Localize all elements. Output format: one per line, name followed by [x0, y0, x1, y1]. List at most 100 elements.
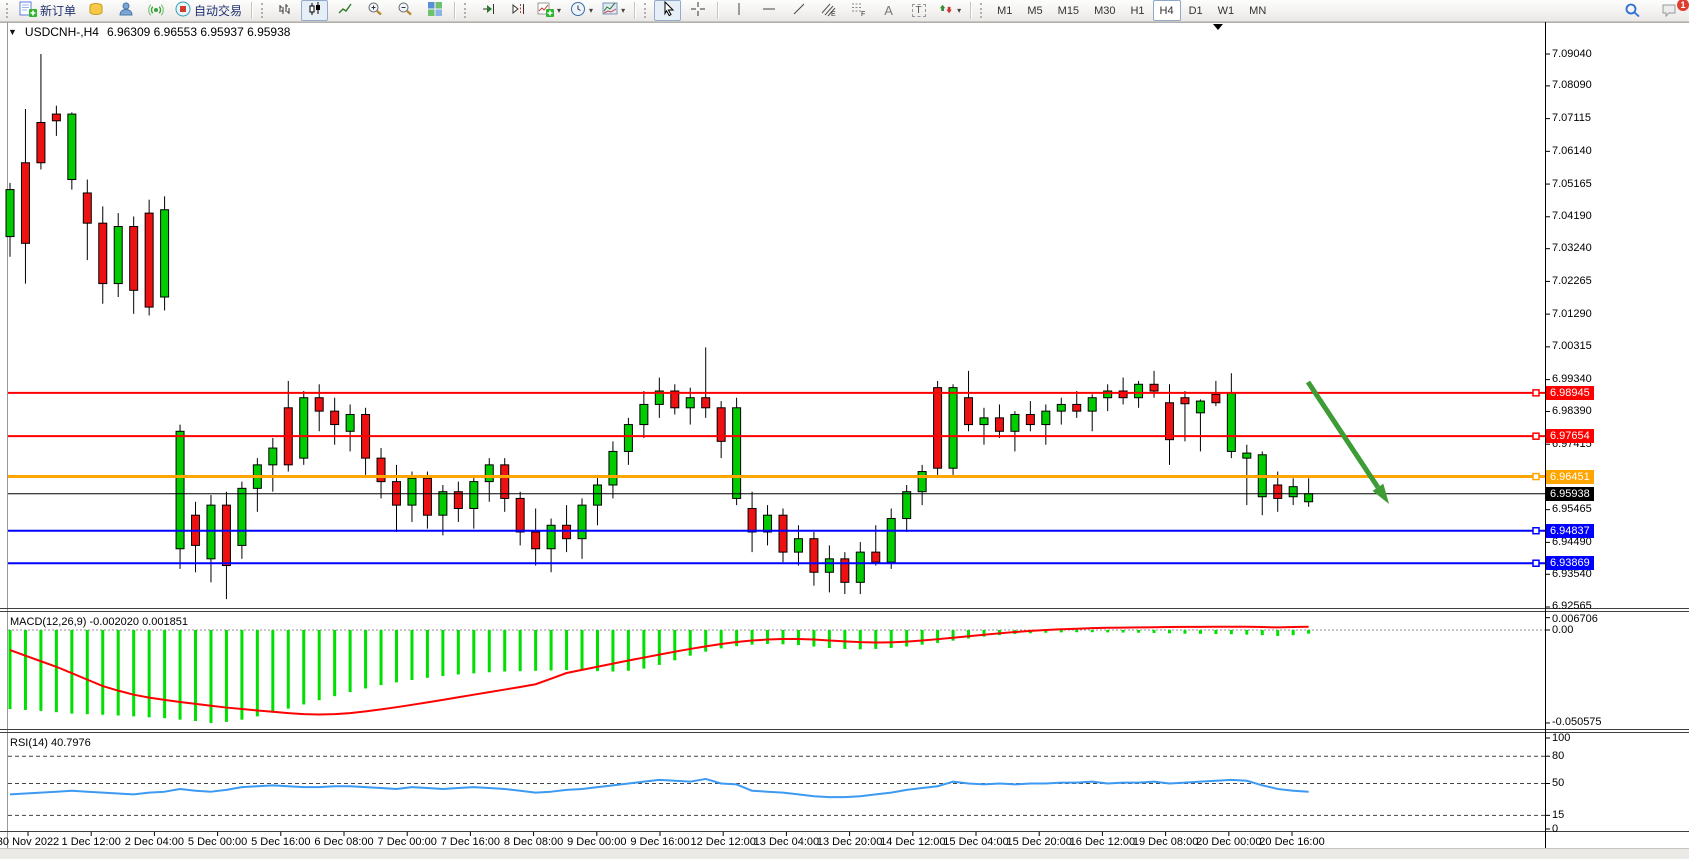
- new-order-label: 新订单: [40, 2, 76, 19]
- templates-button[interactable]: ▾: [599, 0, 628, 21]
- signals-button[interactable]: [142, 0, 169, 21]
- candle-body: [825, 559, 833, 572]
- candle-body: [748, 508, 756, 531]
- toolbar-grip[interactable]: [980, 3, 985, 18]
- timeframe-h1-button[interactable]: H1: [1123, 0, 1151, 21]
- auto-scroll-button[interactable]: [474, 0, 501, 21]
- macd-histogram-bar: [735, 630, 738, 646]
- candle-body: [1227, 393, 1235, 452]
- chart-canvas[interactable]: [0, 0, 1689, 859]
- chart-shift-marker[interactable]: [1213, 24, 1223, 30]
- candle-body: [1305, 494, 1313, 502]
- macd-histogram-bar: [1183, 630, 1186, 634]
- macd-histogram-bar: [503, 630, 506, 672]
- add-indicator-button[interactable]: ▾: [534, 0, 564, 21]
- macd-histogram-bar: [1199, 630, 1202, 634]
- timeframe-m1-button[interactable]: M1: [990, 0, 1019, 21]
- toolbar-grip[interactable]: [464, 3, 469, 18]
- macd-histogram-bar: [287, 630, 290, 709]
- market-watch-button[interactable]: [82, 0, 109, 21]
- equidistant-channel-button[interactable]: E: [815, 0, 842, 21]
- timeframe-m5-button[interactable]: M5: [1020, 0, 1049, 21]
- new-order-button[interactable]: 新订单: [16, 0, 79, 21]
- candle-body: [872, 552, 880, 562]
- macd-histogram-bar: [9, 630, 12, 709]
- toolbar-separator: [454, 2, 456, 19]
- line-anchor-marker[interactable]: [1533, 528, 1539, 534]
- candle-body: [702, 398, 710, 408]
- macd-histogram-bar: [1292, 630, 1295, 635]
- zoom-in-button[interactable]: [361, 0, 388, 21]
- macd-histogram-bar: [519, 630, 522, 671]
- timeframe-h4-button[interactable]: H4: [1153, 0, 1181, 21]
- timeframe-w1-button[interactable]: W1: [1211, 0, 1242, 21]
- timeframe-mn-button[interactable]: MN: [1242, 0, 1273, 21]
- candle-body: [207, 505, 215, 559]
- bar-chart-button[interactable]: [271, 0, 298, 21]
- line-chart-button[interactable]: [331, 0, 358, 21]
- crosshair-button[interactable]: [684, 0, 711, 21]
- chat-button[interactable]: 1: [1656, 1, 1683, 22]
- candle-body: [238, 488, 246, 545]
- text-button[interactable]: A: [875, 0, 902, 21]
- timeframe-m30-button[interactable]: M30: [1087, 0, 1122, 21]
- macd-histogram-bar: [117, 630, 120, 715]
- toolbar-grip[interactable]: [6, 3, 11, 18]
- vertical-line-button[interactable]: [725, 0, 752, 21]
- chart-shift-button[interactable]: [504, 0, 531, 21]
- periods-button[interactable]: ▾: [567, 0, 596, 21]
- macd-histogram-bar: [766, 630, 769, 644]
- horizontal-line-button[interactable]: [755, 0, 782, 21]
- line-anchor-marker[interactable]: [1533, 390, 1539, 396]
- candle-body: [578, 505, 586, 539]
- macd-histogram-bar: [256, 630, 259, 716]
- macd-histogram-bar: [426, 630, 429, 678]
- vertical-line-icon: [732, 1, 746, 20]
- candle-body: [640, 404, 648, 424]
- collapse-triangle-icon[interactable]: ▼: [8, 27, 17, 37]
- timeframe-m15-button[interactable]: M15: [1051, 0, 1086, 21]
- fibonacci-button[interactable]: F: [845, 0, 872, 21]
- macd-histogram-bar: [565, 630, 568, 670]
- zoom-out-button[interactable]: [391, 0, 418, 21]
- line-anchor-marker[interactable]: [1533, 560, 1539, 566]
- macd-histogram-bar: [828, 630, 831, 648]
- macd-histogram-bar: [240, 630, 243, 720]
- line-anchor-marker[interactable]: [1533, 474, 1539, 480]
- arrows-button[interactable]: ▾: [935, 0, 964, 21]
- candle-body: [794, 539, 802, 552]
- chevron-down-icon: ▾: [957, 6, 961, 15]
- toolbar-grip[interactable]: [261, 3, 266, 18]
- macd-histogram-bar: [318, 630, 321, 700]
- candle-body: [1166, 403, 1174, 440]
- text-label-button[interactable]: T: [905, 0, 932, 21]
- candle-body: [300, 398, 308, 458]
- signals-icon: [148, 1, 164, 20]
- autotrade-button[interactable]: 自动交易: [172, 0, 245, 21]
- chart-quotes: 6.96309 6.96553 6.95937 6.95938: [107, 25, 291, 39]
- toolbar-grip[interactable]: [644, 3, 649, 18]
- macd-histogram-bar: [380, 630, 383, 685]
- candle-body: [1289, 487, 1297, 497]
- timeframe-d1-button[interactable]: D1: [1182, 0, 1210, 21]
- svg-text:E: E: [831, 11, 836, 17]
- cursor-button[interactable]: [654, 0, 681, 21]
- clock-icon: [570, 1, 586, 20]
- navigator-button[interactable]: [112, 0, 139, 21]
- search-button[interactable]: [1619, 1, 1646, 22]
- trend-line-button[interactable]: [785, 0, 812, 21]
- market-watch-icon: [88, 1, 104, 20]
- candlestick-chart-button[interactable]: [301, 0, 328, 21]
- candle-body: [1011, 414, 1019, 431]
- candle-body: [1057, 404, 1065, 411]
- metatrader-window: 新订单 自动交易: [0, 0, 1689, 859]
- candle-body: [1196, 401, 1204, 413]
- trend-arrow-line[interactable]: [1308, 382, 1378, 487]
- tile-windows-button[interactable]: [421, 0, 448, 21]
- macd-histogram-bar: [1091, 630, 1094, 632]
- candle-body: [315, 398, 323, 411]
- line-anchor-marker[interactable]: [1533, 433, 1539, 439]
- macd-histogram-bar: [1060, 630, 1063, 632]
- main-toolbar: 新订单 自动交易: [0, 0, 1689, 22]
- macd-histogram-bar: [658, 630, 661, 665]
